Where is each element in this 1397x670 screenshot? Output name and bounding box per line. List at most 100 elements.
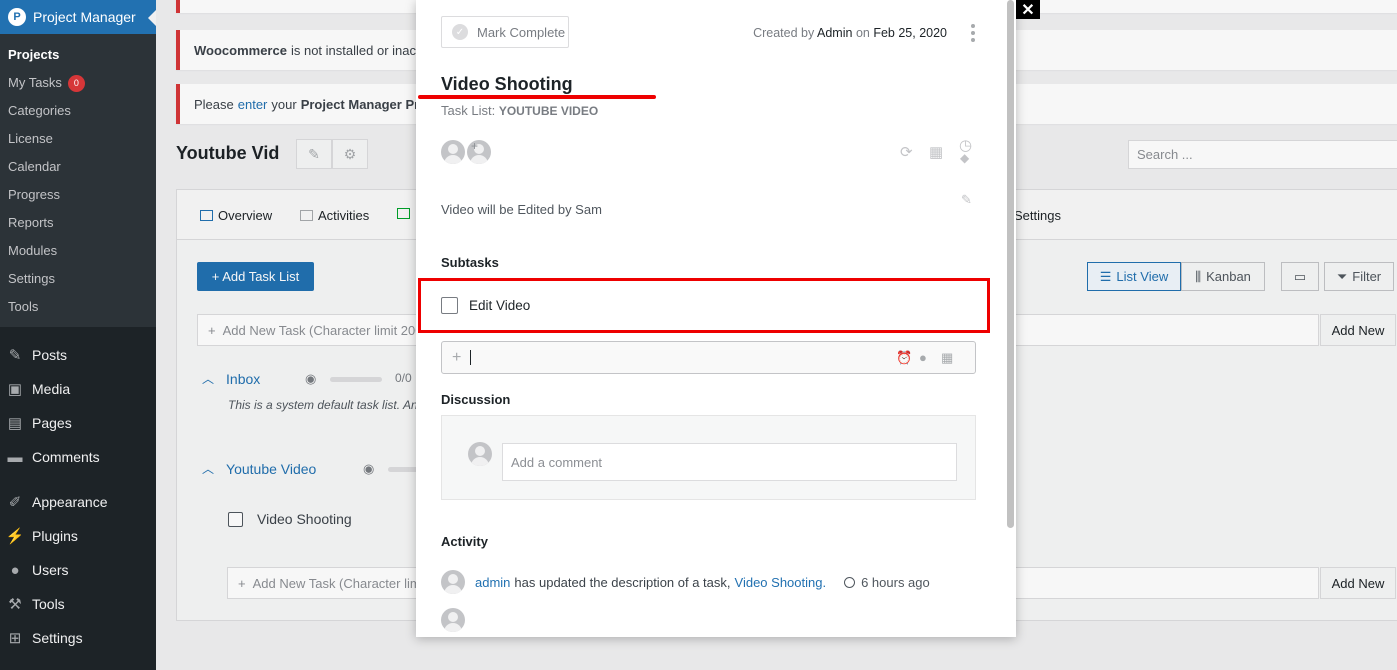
user-icon[interactable]: ●	[919, 350, 927, 365]
discussion-heading: Discussion	[441, 392, 511, 407]
sidebar-item-label: Comments	[32, 449, 100, 465]
app-title: Project Manager	[33, 9, 136, 25]
sidebar-item-pm-tools[interactable]: Tools	[0, 293, 156, 321]
alarm-icon[interactable]: ⏰	[896, 350, 912, 366]
sidebar-item-label: Plugins	[32, 528, 78, 544]
task-count-badge: 0	[67, 74, 85, 92]
activity-time: 6 hours ago	[844, 575, 930, 590]
sidebar-item-license[interactable]: License	[0, 125, 156, 153]
sidebar-item-label: Users	[32, 562, 69, 578]
project-manager-submenu: Projects My Tasks 0 Categories License Ca…	[0, 34, 156, 327]
clock-icon	[844, 576, 856, 588]
calendar-icon[interactable]: ▦	[941, 350, 953, 366]
sidebar-item-label: Categories	[8, 103, 71, 118]
sidebar-item-label: Media	[32, 381, 71, 397]
sidebar-item-label: Pages	[32, 415, 72, 431]
plugin-icon: ⚡	[5, 528, 25, 545]
red-annotation-underline	[418, 95, 656, 99]
users-icon: ●	[10, 561, 20, 579]
sidebar-item-label: Settings	[8, 271, 55, 286]
activity-item: admin has updated the description of a t…	[441, 570, 930, 594]
calendar-icon[interactable]: ▦	[929, 143, 943, 161]
comment-input[interactable]: Add a comment	[502, 443, 957, 481]
sidebar-item-label: Progress	[8, 187, 61, 202]
repeat-icon[interactable]: ⟳	[900, 143, 913, 161]
admin-sidebar: P Project Manager Projects My Tasks 0 Cat…	[0, 0, 156, 670]
commenter-avatar	[468, 442, 492, 466]
subtasks-heading: Subtasks	[441, 255, 499, 270]
check-circle-icon: ✓	[452, 24, 468, 40]
settings-icon: ⊞	[8, 630, 22, 647]
new-subtask-input[interactable]: + ⏰ ● ▦	[441, 341, 976, 374]
modal-scrollbar[interactable]	[1007, 0, 1014, 528]
sidebar-item-pages[interactable]: ▤ Pages	[0, 406, 156, 440]
sidebar-item-label: Calendar	[8, 159, 61, 174]
task-description[interactable]: Video will be Edited by Sam	[441, 202, 602, 217]
media-icon: ▣	[7, 381, 23, 398]
sidebar-item-settings[interactable]: ⊞ Settings	[0, 621, 156, 655]
activity-task-link[interactable]: Video Shooting.	[735, 575, 827, 590]
sidebar-project-manager-header[interactable]: P Project Manager	[0, 0, 156, 34]
sidebar-item-label: Reports	[8, 215, 54, 230]
sidebar-item-modules[interactable]: Modules	[0, 237, 156, 265]
activity-user-link[interactable]: admin	[475, 575, 510, 590]
created-by-user: Admin	[817, 26, 853, 40]
created-date: Feb 25, 2020	[873, 26, 947, 40]
sidebar-item-label: Projects	[8, 47, 60, 62]
activity-avatar-2	[441, 608, 465, 632]
activity-avatar	[441, 570, 465, 594]
current-menu-arrow-icon	[148, 10, 156, 26]
close-modal-button[interactable]: ✕	[1016, 0, 1040, 19]
created-info: Created by Admin on Feb 25, 2020	[753, 26, 947, 40]
add-user-icon: +	[471, 139, 479, 153]
sidebar-item-users[interactable]: ● Users	[0, 553, 156, 587]
sidebar-item-appearance[interactable]: ✐ Appearance	[0, 485, 156, 519]
activity-time-text: 6 hours ago	[861, 574, 930, 590]
comments-icon: ▬	[7, 448, 23, 466]
pin-icon: ✎	[8, 347, 22, 364]
plus-icon: +	[452, 349, 462, 366]
on-label: on	[855, 26, 870, 40]
sidebar-item-label: My Tasks	[8, 75, 62, 90]
more-options-icon[interactable]	[970, 24, 976, 42]
sidebar-item-comments[interactable]: ▬ Comments	[0, 440, 156, 474]
sidebar-item-label: Appearance	[32, 494, 108, 510]
input-placeholder: Add a comment	[511, 454, 603, 470]
tag-icon[interactable]: ◆	[960, 151, 969, 165]
sidebar-item-calendar[interactable]: Calendar	[0, 153, 156, 181]
sidebar-item-reports[interactable]: Reports	[0, 209, 156, 237]
sidebar-item-label: Modules	[8, 243, 58, 258]
sidebar-item-label: Tools	[8, 299, 39, 314]
task-title[interactable]: Video Shooting	[441, 74, 573, 95]
subtask-name[interactable]: Edit Video	[469, 298, 530, 313]
project-manager-logo-icon: P	[8, 8, 26, 26]
sidebar-item-categories[interactable]: Categories	[0, 97, 156, 125]
sidebar-item-label: Settings	[32, 630, 83, 646]
edit-description-icon[interactable]: ✎	[961, 192, 972, 208]
task-list-value: YOUTUBE VIDEO	[498, 104, 599, 118]
discussion-box: Add a comment	[441, 415, 976, 500]
task-list-label: Task List:	[441, 103, 496, 118]
sidebar-item-label: Tools	[32, 596, 65, 612]
activity-heading: Activity	[441, 534, 488, 549]
subtask-checkbox[interactable]	[441, 297, 458, 314]
sidebar-item-posts[interactable]: ✎ Posts	[0, 338, 156, 372]
sidebar-item-progress[interactable]: Progress	[0, 181, 156, 209]
text-caret	[470, 350, 471, 365]
subtask-item: Edit Video	[441, 297, 530, 314]
mark-complete-button[interactable]: ✓ Mark Complete	[441, 16, 569, 48]
brush-icon: ✐	[8, 494, 22, 511]
pages-icon: ▤	[7, 415, 23, 432]
sidebar-item-media[interactable]: ▣ Media	[0, 372, 156, 406]
assignee-avatar[interactable]	[441, 140, 465, 164]
created-by-label: Created by	[753, 26, 815, 40]
sidebar-item-pm-settings[interactable]: Settings	[0, 265, 156, 293]
activity-text: has updated the description of a task,	[514, 574, 731, 590]
sidebar-item-projects[interactable]: Projects	[0, 41, 156, 69]
sidebar-item-tools[interactable]: ⚒ Tools	[0, 587, 156, 621]
admin-main-menu: ✎ Posts ▣ Media ▤ Pages ▬ Comments ✐ Appearan…	[0, 327, 156, 655]
sidebar-item-my-tasks[interactable]: My Tasks 0	[0, 69, 156, 97]
sidebar-item-plugins[interactable]: ⚡ Plugins	[0, 519, 156, 553]
task-detail-modal: ✓ Mark Complete Created by Admin on Feb …	[416, 0, 1016, 637]
task-list-info: Task List: YOUTUBE VIDEO	[441, 103, 598, 118]
